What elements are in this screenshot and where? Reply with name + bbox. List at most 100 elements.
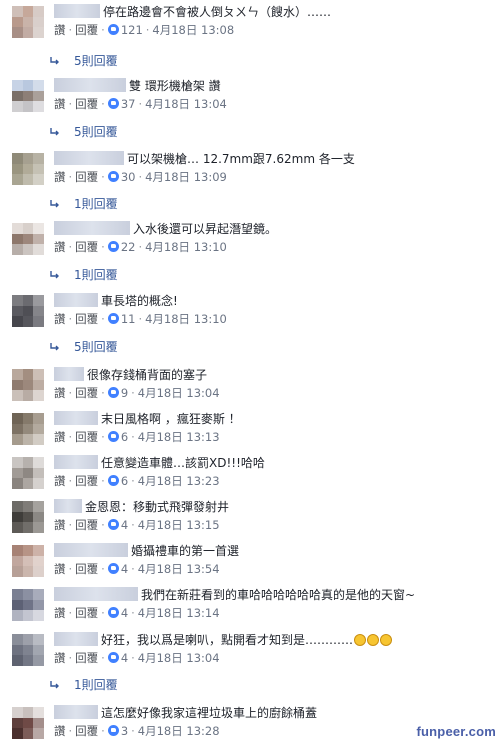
- like-link[interactable]: 讚: [54, 651, 66, 665]
- comment-text: 任意變造車體…該罰XD!!!哈哈: [54, 455, 265, 471]
- reply-link[interactable]: 回覆: [75, 474, 98, 488]
- reply-link[interactable]: 回覆: [75, 724, 98, 738]
- replies-link[interactable]: 1則回覆: [50, 266, 118, 283]
- replies-count[interactable]: 1則回覆: [74, 268, 118, 282]
- like-count[interactable]: 9: [121, 386, 128, 400]
- commenter-name-redacted[interactable]: [54, 293, 98, 307]
- replies-link[interactable]: 1則回覆: [50, 676, 118, 693]
- commenter-name-redacted[interactable]: [54, 4, 100, 18]
- avatar[interactable]: [12, 369, 44, 401]
- replies-count[interactable]: 5則回覆: [74, 340, 118, 354]
- like-link[interactable]: 讚: [54, 474, 66, 488]
- reply-link[interactable]: 回覆: [75, 23, 98, 37]
- like-count[interactable]: 121: [121, 23, 143, 37]
- commenter-name-redacted[interactable]: [54, 543, 128, 557]
- replies-link[interactable]: 5則回覆: [50, 123, 118, 140]
- commenter-name-redacted[interactable]: [54, 587, 138, 601]
- like-link[interactable]: 讚: [54, 386, 66, 400]
- comment-feed: 停在路邊會不會被人倒ㄆㄨㄣ（餿水）…… 讚 · 回覆 · 121 · 4月18日 13:08…: [0, 0, 502, 742]
- like-icon: [107, 652, 119, 663]
- like-link[interactable]: 讚: [54, 170, 66, 184]
- comment-time[interactable]: 4月18日 13:10: [145, 240, 227, 254]
- like-link[interactable]: 讚: [54, 240, 66, 254]
- like-link[interactable]: 讚: [54, 518, 66, 532]
- like-count[interactable]: 4: [121, 651, 128, 665]
- avatar[interactable]: [12, 80, 44, 112]
- replies-count[interactable]: 1則回覆: [74, 197, 118, 211]
- like-link[interactable]: 讚: [54, 430, 66, 444]
- replies-count[interactable]: 5則回覆: [74, 125, 118, 139]
- comment-time[interactable]: 4月18日 13:15: [138, 518, 220, 532]
- reply-link[interactable]: 回覆: [75, 97, 98, 111]
- replies-link[interactable]: 5則回覆: [50, 52, 118, 69]
- like-link[interactable]: 讚: [54, 562, 66, 576]
- reply-link[interactable]: 回覆: [75, 430, 98, 444]
- commenter-name-redacted[interactable]: [54, 367, 84, 381]
- like-count[interactable]: 4: [121, 606, 128, 620]
- comment-time[interactable]: 4月18日 13:08: [152, 23, 234, 37]
- replies-count[interactable]: 5則回覆: [74, 54, 118, 68]
- comment-meta: 讚 · 回覆 · 9 · 4月18日 13:04: [54, 386, 220, 400]
- like-count[interactable]: 30: [121, 170, 136, 184]
- comment-text: 金恩恩：移動式飛彈發射井: [54, 499, 229, 515]
- commenter-name-redacted[interactable]: [54, 221, 130, 235]
- comment-time[interactable]: 4月18日 13:04: [138, 386, 220, 400]
- commenter-name-redacted[interactable]: [54, 499, 82, 513]
- reply-link[interactable]: 回覆: [75, 651, 98, 665]
- comment-meta: 讚 · 回覆 · 4 · 4月18日 13:15: [54, 518, 220, 532]
- commenter-name-redacted[interactable]: [54, 78, 126, 92]
- comment-time[interactable]: 4月18日 13:09: [145, 170, 227, 184]
- avatar[interactable]: [12, 589, 44, 621]
- commenter-name-redacted[interactable]: [54, 455, 98, 469]
- comment-body: 可以架機槍… 12.7mm跟7.62mm 各一支: [127, 152, 355, 166]
- like-count[interactable]: 6: [121, 474, 128, 488]
- comment-time[interactable]: 4月18日 13:54: [138, 562, 220, 576]
- avatar[interactable]: [12, 545, 44, 577]
- replies-link[interactable]: 5則回覆: [50, 338, 118, 355]
- replies-count[interactable]: 1則回覆: [74, 678, 118, 692]
- comment-time[interactable]: 4月18日 13:28: [138, 724, 220, 738]
- comment-time[interactable]: 4月18日 13:14: [138, 606, 220, 620]
- avatar[interactable]: [12, 457, 44, 489]
- commenter-name-redacted[interactable]: [54, 705, 98, 719]
- like-count[interactable]: 22: [121, 240, 136, 254]
- like-link[interactable]: 讚: [54, 23, 66, 37]
- reply-link[interactable]: 回覆: [75, 562, 98, 576]
- comment-body: 車長塔的概念!: [101, 294, 178, 308]
- reply-link[interactable]: 回覆: [75, 606, 98, 620]
- reply-link[interactable]: 回覆: [75, 312, 98, 326]
- reply-link[interactable]: 回覆: [75, 386, 98, 400]
- comment-time[interactable]: 4月18日 13:23: [138, 474, 220, 488]
- reply-link[interactable]: 回覆: [75, 518, 98, 532]
- like-count[interactable]: 37: [121, 97, 136, 111]
- like-link[interactable]: 讚: [54, 724, 66, 738]
- commenter-name-redacted[interactable]: [54, 151, 124, 165]
- reply-link[interactable]: 回覆: [75, 240, 98, 254]
- like-count[interactable]: 3: [121, 724, 128, 738]
- like-link[interactable]: 讚: [54, 312, 66, 326]
- like-count[interactable]: 11: [121, 312, 136, 326]
- like-count[interactable]: 4: [121, 562, 128, 576]
- comment-time[interactable]: 4月18日 13:04: [138, 651, 220, 665]
- commenter-name-redacted[interactable]: [54, 411, 98, 425]
- comment-time[interactable]: 4月18日 13:04: [145, 97, 227, 111]
- avatar[interactable]: [12, 501, 44, 533]
- comment-text: 婚攝禮車的第一首選: [54, 543, 239, 559]
- avatar[interactable]: [12, 6, 44, 38]
- like-count[interactable]: 4: [121, 518, 128, 532]
- avatar[interactable]: [12, 413, 44, 445]
- commenter-name-redacted[interactable]: [54, 632, 98, 646]
- replies-link[interactable]: 1則回覆: [50, 195, 118, 212]
- avatar[interactable]: [12, 295, 44, 327]
- avatar[interactable]: [12, 153, 44, 185]
- comment-meta: 讚 · 回覆 · 11 · 4月18日 13:10: [54, 312, 227, 326]
- comment-time[interactable]: 4月18日 13:10: [145, 312, 227, 326]
- avatar[interactable]: [12, 707, 44, 739]
- comment-time[interactable]: 4月18日 13:13: [138, 430, 220, 444]
- like-link[interactable]: 讚: [54, 97, 66, 111]
- reply-link[interactable]: 回覆: [75, 170, 98, 184]
- avatar[interactable]: [12, 223, 44, 255]
- like-link[interactable]: 讚: [54, 606, 66, 620]
- avatar[interactable]: [12, 634, 44, 666]
- like-count[interactable]: 6: [121, 430, 128, 444]
